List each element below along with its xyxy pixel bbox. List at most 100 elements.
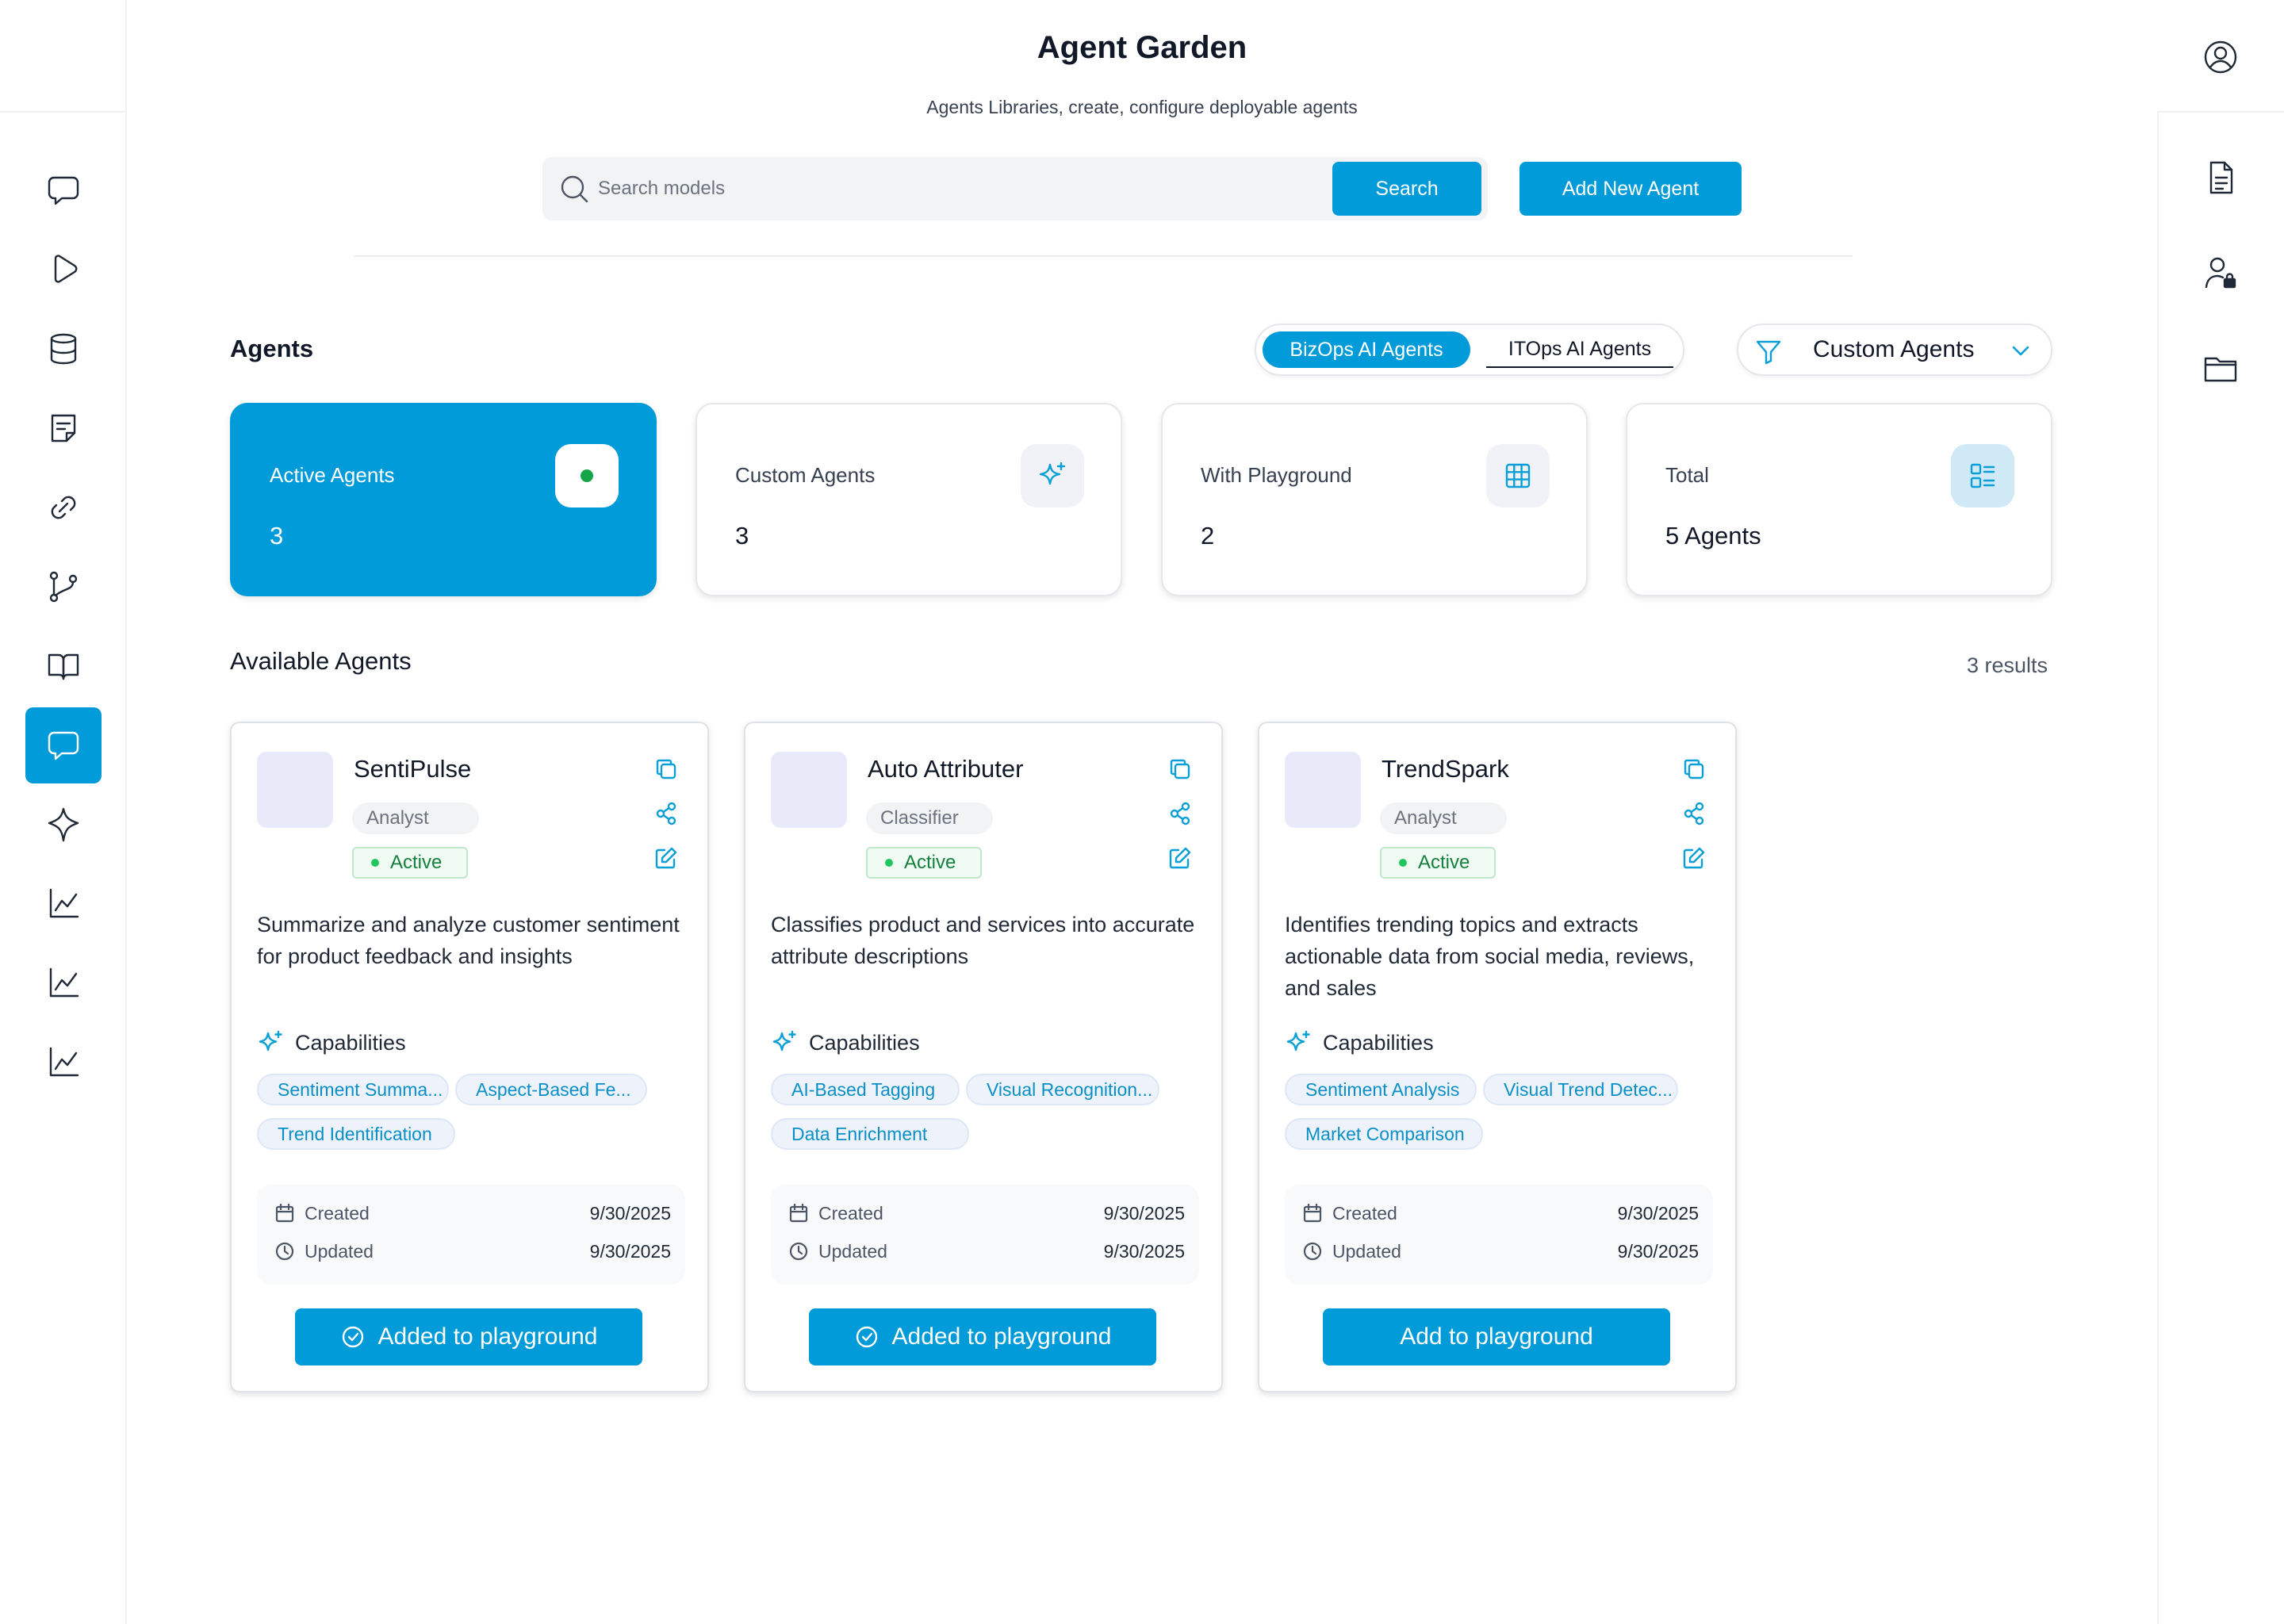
created-label: Created bbox=[305, 1202, 370, 1224]
capabilities-heading: Capabilities bbox=[771, 1029, 920, 1056]
sparkle-icon bbox=[259, 1030, 282, 1051]
stat-value: 5 Agents bbox=[1665, 522, 1761, 550]
agent-avatar bbox=[771, 752, 847, 828]
list-icon bbox=[1951, 444, 2014, 508]
search-icon bbox=[558, 173, 590, 205]
filter-icon bbox=[1753, 335, 1784, 367]
agent-description: Classifies product and services into acc… bbox=[771, 913, 1195, 968]
nav-git-branch-icon[interactable] bbox=[25, 549, 102, 625]
add-to-playground-button[interactable]: Add to playground bbox=[1323, 1308, 1670, 1365]
stat-label: Total bbox=[1665, 463, 1709, 487]
agent-description: Identifies trending topics and extracts … bbox=[1285, 913, 1695, 1000]
page-title: Agent Garden bbox=[1037, 30, 1247, 65]
capability-chip: Visual Recognition... bbox=[966, 1074, 1159, 1105]
nav-play-icon[interactable] bbox=[25, 232, 102, 308]
nav-book-icon[interactable] bbox=[25, 628, 102, 704]
agent-status-badge: Active bbox=[1380, 847, 1496, 879]
agent-card: TrendSpark Analyst Active Identifies tre… bbox=[1258, 722, 1737, 1392]
button-label: Added to playground bbox=[377, 1323, 598, 1350]
agent-dates: Created 9/30/2025 Updated 9/30/2025 bbox=[257, 1185, 685, 1285]
stat-label: Active Agents bbox=[270, 463, 395, 487]
search-button[interactable]: Search bbox=[1332, 162, 1481, 216]
stat-card-custom-agents[interactable]: Custom Agents 3 bbox=[696, 403, 1122, 596]
agent-status-badge: Active bbox=[866, 847, 982, 879]
created-row: Created 9/30/2025 bbox=[274, 1199, 671, 1228]
clock-icon bbox=[1303, 1242, 1322, 1261]
updated-date: 9/30/2025 bbox=[589, 1240, 671, 1262]
user-lock-icon[interactable] bbox=[2182, 235, 2259, 311]
button-label: Added to playground bbox=[891, 1323, 1112, 1350]
added-to-playground-button[interactable]: Added to playground bbox=[809, 1308, 1156, 1365]
capability-chip: Data Enrichment bbox=[771, 1118, 969, 1150]
edit-icon[interactable] bbox=[1678, 842, 1710, 874]
calendar-icon bbox=[1303, 1203, 1322, 1223]
nav-link-icon[interactable] bbox=[25, 469, 102, 546]
capabilities-heading: Capabilities bbox=[1285, 1029, 1434, 1056]
capability-chip: Trend Identification bbox=[257, 1118, 455, 1150]
search-input[interactable] bbox=[596, 171, 1310, 206]
nav-chat-active-icon[interactable] bbox=[25, 707, 102, 783]
copy-icon[interactable] bbox=[1164, 753, 1196, 785]
updated-row: Updated 9/30/2025 bbox=[274, 1237, 671, 1266]
calendar-icon bbox=[275, 1203, 294, 1223]
agent-card: Auto Attributer Classifier Active Classi… bbox=[744, 722, 1223, 1392]
capabilities-label: Capabilities bbox=[809, 1030, 920, 1055]
nav-chart-icon[interactable] bbox=[25, 866, 102, 942]
grid-icon bbox=[1486, 444, 1550, 508]
agent-avatar bbox=[1285, 752, 1361, 828]
share-icon[interactable] bbox=[650, 798, 682, 829]
nav-chat-icon[interactable] bbox=[25, 152, 102, 228]
added-to-playground-button[interactable]: Added to playground bbox=[295, 1308, 642, 1365]
sparkle-icon bbox=[1286, 1030, 1310, 1051]
agent-name: TrendSpark bbox=[1382, 755, 1509, 783]
nav-chart-icon[interactable] bbox=[25, 1025, 102, 1101]
folder-icon[interactable] bbox=[2182, 330, 2259, 406]
updated-date: 9/30/2025 bbox=[1617, 1240, 1699, 1262]
agent-type-toggle: BizOps AI Agents ITOps AI Agents bbox=[1255, 324, 1684, 376]
created-date: 9/30/2025 bbox=[1103, 1202, 1185, 1224]
nav-sparkle-icon[interactable] bbox=[25, 787, 102, 863]
stat-card-with-playground[interactable]: With Playground 2 bbox=[1161, 403, 1588, 596]
created-date: 9/30/2025 bbox=[1617, 1202, 1699, 1224]
copy-icon[interactable] bbox=[650, 753, 682, 785]
share-icon[interactable] bbox=[1164, 798, 1196, 829]
stat-value: 2 bbox=[1201, 522, 1215, 550]
stat-card-total[interactable]: Total 5 Agents bbox=[1626, 403, 2052, 596]
copy-icon[interactable] bbox=[1678, 753, 1710, 785]
capability-chip: Aspect-Based Fe... bbox=[455, 1074, 647, 1105]
calendar-icon bbox=[789, 1203, 808, 1223]
agent-name: Auto Attributer bbox=[868, 755, 1024, 783]
agent-avatar bbox=[257, 752, 333, 828]
capabilities-label: Capabilities bbox=[295, 1030, 406, 1055]
nav-database-icon[interactable] bbox=[25, 311, 102, 387]
share-icon[interactable] bbox=[1678, 798, 1710, 829]
updated-label: Updated bbox=[818, 1240, 887, 1262]
nav-chart-icon[interactable] bbox=[25, 945, 102, 1021]
clock-icon bbox=[275, 1242, 294, 1261]
updated-date: 9/30/2025 bbox=[1103, 1240, 1185, 1262]
edit-icon[interactable] bbox=[1164, 842, 1196, 874]
created-row: Created 9/30/2025 bbox=[788, 1199, 1185, 1228]
agent-dates: Created 9/30/2025 Updated 9/30/2025 bbox=[1285, 1185, 1713, 1285]
edit-icon[interactable] bbox=[650, 842, 682, 874]
capability-chip: Visual Trend Detec... bbox=[1483, 1074, 1678, 1105]
created-row: Created 9/30/2025 bbox=[1302, 1199, 1699, 1228]
document-icon[interactable] bbox=[2182, 140, 2259, 216]
sparkle-icon bbox=[1021, 444, 1084, 508]
add-new-agent-button[interactable]: Add New Agent bbox=[1519, 162, 1742, 216]
agent-filter-dropdown[interactable]: Custom Agents bbox=[1737, 324, 2052, 376]
results-count: 3 results bbox=[1966, 653, 2048, 677]
check-circle-icon bbox=[342, 1326, 363, 1348]
created-label: Created bbox=[1332, 1202, 1397, 1224]
stat-card-active-agents[interactable]: Active Agents 3 bbox=[230, 403, 657, 596]
toggle-bizops[interactable]: BizOps AI Agents bbox=[1263, 331, 1470, 368]
capabilities-heading: Capabilities bbox=[257, 1029, 406, 1056]
stat-label: With Playground bbox=[1201, 463, 1352, 487]
nav-note-icon[interactable] bbox=[25, 390, 102, 466]
updated-label: Updated bbox=[1332, 1240, 1401, 1262]
clock-icon bbox=[789, 1242, 808, 1261]
filter-label: Custom Agents bbox=[1813, 336, 1975, 362]
agent-description: Summarize and analyze customer sentiment… bbox=[257, 913, 680, 968]
toggle-itops[interactable]: ITOps AI Agents bbox=[1486, 331, 1673, 368]
agent-card: SentiPulse Analyst Active Summarize and … bbox=[230, 722, 709, 1392]
